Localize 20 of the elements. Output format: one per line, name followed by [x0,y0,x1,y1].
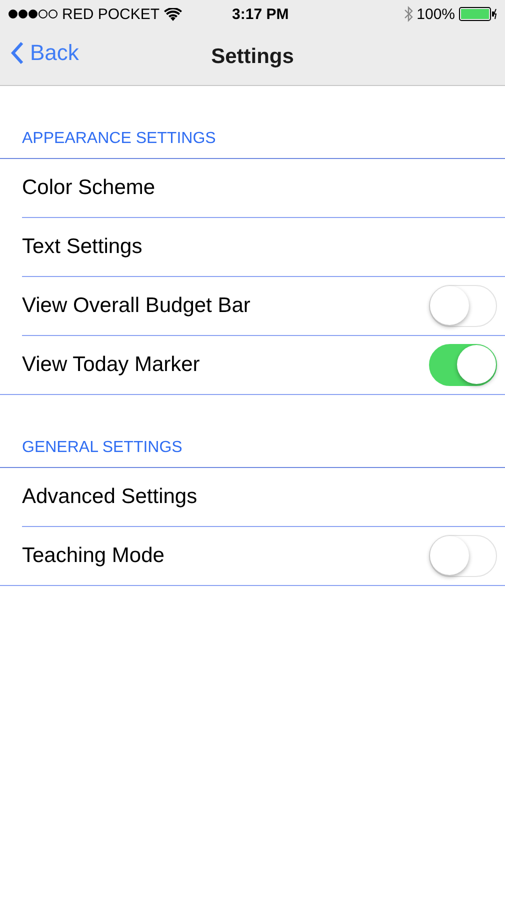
carrier-name: RED POCKET [62,6,160,22]
battery-icon [459,7,498,21]
toggle-switch[interactable] [429,535,497,577]
chevron-left-icon [10,41,24,65]
signal-icon [8,9,58,19]
setting-label[interactable]: Color Scheme [22,176,497,200]
section-header: GENERAL SETTINGS [0,395,505,468]
wifi-icon [164,8,182,20]
toggle-switch[interactable] [429,285,497,327]
setting-label[interactable]: Advanced Settings [22,485,497,509]
section-header: APPEARANCE SETTINGS [0,86,505,159]
setting-label: Teaching Mode [22,544,166,568]
bluetooth-icon [404,6,413,22]
setting-label: View Overall Budget Bar [22,294,252,318]
setting-label: View Today Marker [22,353,201,377]
toggle-switch[interactable] [429,344,497,386]
clock-time: 3:17 PM [232,6,289,22]
page-title: Settings [211,44,294,68]
battery-percent: 100% [416,6,456,22]
setting-label[interactable]: Text Settings [22,235,497,259]
